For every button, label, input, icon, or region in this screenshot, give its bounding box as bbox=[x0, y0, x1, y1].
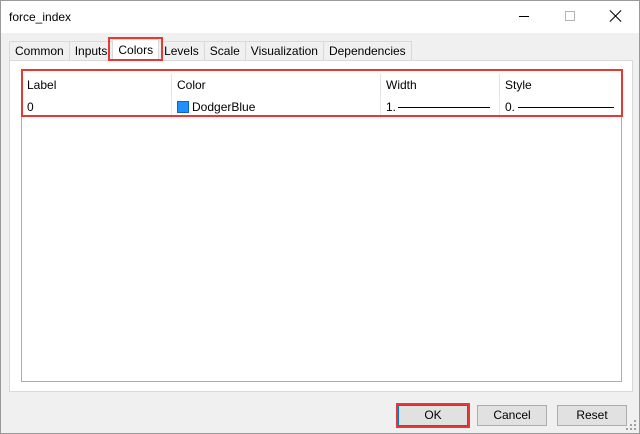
tab-common[interactable]: Common bbox=[9, 41, 70, 60]
maximize-button[interactable] bbox=[547, 1, 593, 31]
title-bar[interactable]: force_index bbox=[1, 1, 639, 33]
colors-panel: Label Color Width Style 0 DodgerBlue 1. … bbox=[9, 60, 633, 392]
header-width[interactable]: Width bbox=[381, 74, 500, 96]
reset-button[interactable]: Reset bbox=[557, 405, 627, 426]
width-value: 1. bbox=[386, 100, 397, 114]
header-label[interactable]: Label bbox=[22, 74, 172, 96]
tab-dependencies[interactable]: Dependencies bbox=[322, 41, 412, 60]
tab-levels[interactable]: Levels bbox=[158, 41, 205, 60]
cancel-button[interactable]: Cancel bbox=[477, 405, 547, 426]
header-color[interactable]: Color bbox=[172, 74, 381, 96]
grid-header: Label Color Width Style bbox=[22, 74, 621, 96]
color-name: DodgerBlue bbox=[192, 100, 256, 114]
style-line-sample bbox=[518, 107, 614, 108]
close-icon bbox=[610, 10, 622, 22]
minimize-button[interactable] bbox=[501, 1, 547, 31]
tab-visualization[interactable]: Visualization bbox=[244, 41, 324, 60]
tab-colors[interactable]: Colors bbox=[108, 37, 163, 61]
style-value: 0. bbox=[505, 100, 516, 114]
header-style[interactable]: Style bbox=[500, 74, 621, 96]
row-style-select[interactable]: 0. bbox=[500, 96, 621, 118]
ok-button[interactable]: OK bbox=[396, 403, 470, 428]
resize-grip[interactable] bbox=[626, 420, 636, 430]
row-color-picker[interactable]: DodgerBlue bbox=[172, 96, 381, 118]
color-swatch bbox=[177, 101, 189, 113]
close-button[interactable] bbox=[593, 1, 639, 31]
table-row[interactable]: 0 DodgerBlue 1. 0. bbox=[22, 96, 621, 118]
colors-grid: Label Color Width Style 0 DodgerBlue 1. … bbox=[21, 69, 622, 382]
window-title: force_index bbox=[9, 10, 72, 24]
tab-scale[interactable]: Scale bbox=[203, 41, 246, 60]
row-label[interactable]: 0 bbox=[22, 96, 172, 118]
minimize-icon bbox=[519, 15, 529, 17]
maximize-icon bbox=[565, 11, 575, 21]
row-width-select[interactable]: 1. bbox=[381, 96, 500, 118]
dialog-window: force_index Common Inputs Colors Levels … bbox=[0, 0, 640, 434]
tab-strip: Common Inputs Colors Levels Scale Visual… bbox=[9, 37, 412, 61]
tab-inputs[interactable]: Inputs bbox=[68, 41, 114, 60]
width-line-sample bbox=[398, 107, 490, 108]
